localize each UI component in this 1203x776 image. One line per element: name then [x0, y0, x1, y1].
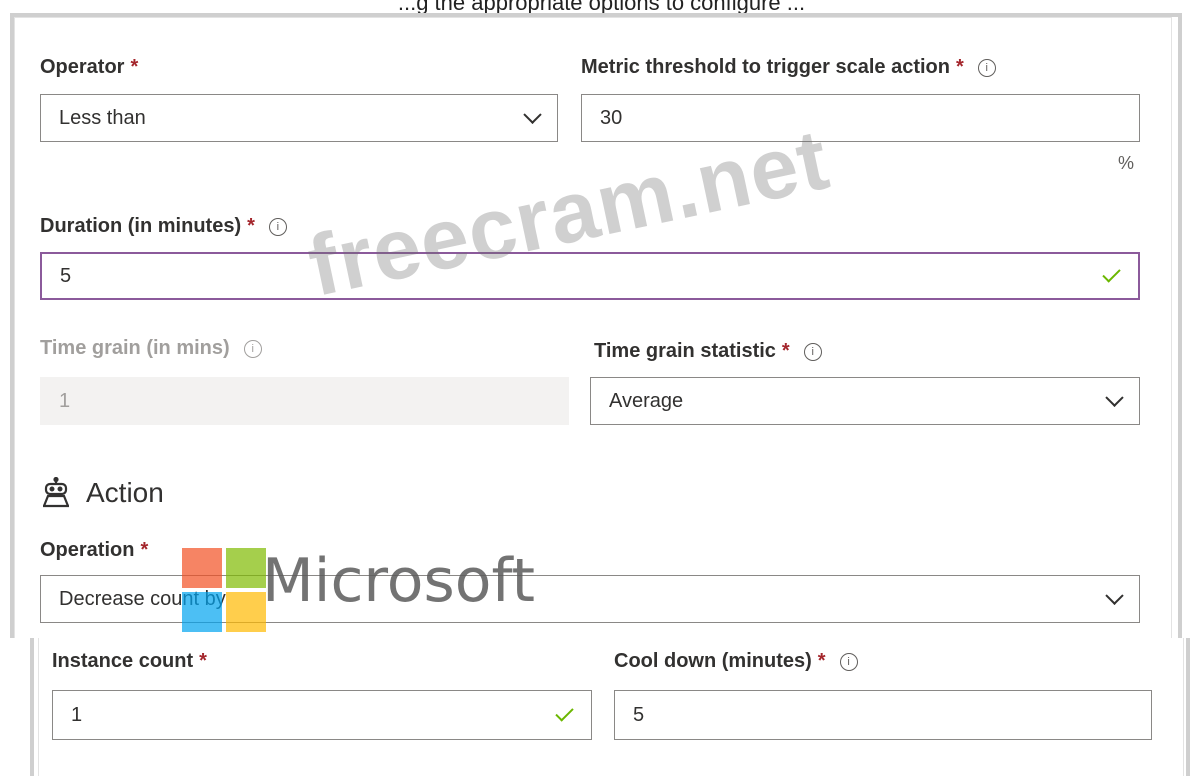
time-grain-input: 1	[40, 377, 569, 425]
action-title: Action	[86, 477, 164, 508]
operation-label-text: Operation	[40, 539, 135, 561]
required-marker: *	[140, 539, 149, 561]
time-grain-value: 1	[59, 389, 71, 412]
checkmark-icon	[1102, 264, 1121, 283]
grain-statistic-value: Average	[609, 389, 684, 412]
checkmark-icon	[555, 703, 574, 722]
threshold-value: 30	[600, 106, 623, 129]
duration-label: Duration (in minutes) * i	[40, 215, 287, 238]
percent-unit: %	[1118, 153, 1135, 173]
operator-label: Operator *	[40, 56, 138, 79]
duration-value: 5	[60, 264, 72, 287]
grain-statistic-label: Time grain statistic * i	[594, 340, 822, 363]
chevron-down-icon	[1105, 388, 1124, 407]
instance-count-label: Instance count *	[52, 650, 207, 673]
required-marker: *	[199, 650, 207, 672]
time-grain-label: Time grain (in mins) i	[40, 337, 262, 360]
robot-icon	[42, 477, 70, 508]
info-icon[interactable]: i	[977, 58, 996, 77]
operator-value: Less than	[59, 106, 146, 129]
required-marker: *	[781, 340, 790, 362]
action-heading: Action	[40, 477, 164, 509]
info-icon[interactable]: i	[803, 342, 822, 361]
operator-dropdown[interactable]: Less than	[40, 94, 558, 142]
info-icon[interactable]: i	[268, 217, 287, 236]
operation-dropdown[interactable]: Decrease count by	[40, 575, 1140, 623]
cool-down-value: 5	[633, 703, 645, 726]
cool-down-input[interactable]: 5	[614, 690, 1152, 740]
required-marker: *	[955, 56, 964, 78]
time-grain-label-text: Time grain (in mins)	[40, 337, 230, 359]
instance-count-input[interactable]: 1	[52, 690, 592, 740]
threshold-label-text: Metric threshold to trigger scale action	[581, 56, 950, 78]
instance-count-label-text: Instance count	[52, 650, 194, 672]
info-icon: i	[243, 339, 262, 358]
instance-count-value: 1	[71, 703, 83, 726]
cool-down-label: Cool down (minutes) * i	[614, 650, 858, 673]
required-marker: *	[130, 56, 139, 78]
info-icon[interactable]: i	[839, 652, 858, 671]
grain-statistic-dropdown[interactable]: Average	[590, 377, 1140, 425]
duration-label-text: Duration (in minutes)	[40, 215, 242, 237]
chevron-down-icon	[523, 105, 542, 124]
cool-down-label-text: Cool down (minutes)	[614, 650, 812, 672]
duration-input[interactable]: 5	[40, 252, 1140, 300]
operation-label: Operation *	[40, 539, 148, 562]
required-marker: *	[817, 650, 826, 672]
threshold-input[interactable]: 30	[581, 94, 1140, 142]
chevron-down-icon	[1105, 586, 1124, 605]
threshold-label: Metric threshold to trigger scale action…	[581, 56, 996, 79]
required-marker: *	[247, 215, 255, 237]
operation-value: Decrease count by	[59, 587, 226, 610]
operator-label-text: Operator	[40, 56, 125, 78]
grain-statistic-label-text: Time grain statistic	[594, 340, 776, 362]
